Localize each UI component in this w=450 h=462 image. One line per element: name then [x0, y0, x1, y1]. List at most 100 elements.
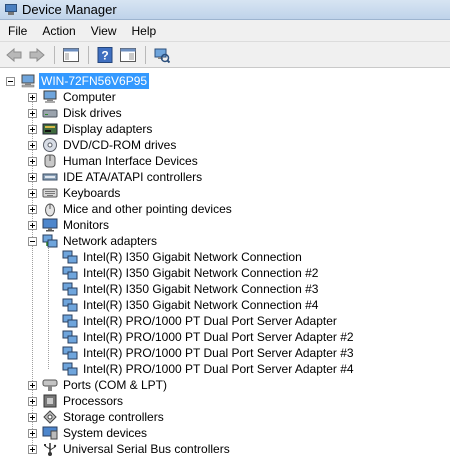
- network-device-icon: [62, 249, 78, 265]
- tree-category-storage-controllers[interactable]: Storage controllers: [28, 409, 166, 425]
- collapse-icon[interactable]: [6, 76, 15, 86]
- tree-category-disk-drives[interactable]: Disk drives: [28, 105, 124, 121]
- tree-device-label: Intel(R) I350 Gigabit Network Connection: [83, 250, 302, 264]
- disk-drive-icon: [42, 105, 58, 121]
- root-label: WIN-72FN56V6P95: [39, 73, 150, 89]
- tree-category-monitors[interactable]: Monitors: [28, 217, 111, 233]
- tree-line: [48, 248, 49, 369]
- tree-category-dvd-cd-rom-drives[interactable]: DVD/CD-ROM drives: [28, 137, 178, 153]
- tree-device-item[interactable]: Intel(R) PRO/1000 PT Dual Port Server Ad…: [62, 361, 356, 377]
- tree-device-label: Intel(R) I350 Gigabit Network Connection…: [83, 266, 319, 280]
- tree-category-universal-serial-bus-controllers[interactable]: Universal Serial Bus controllers: [28, 441, 232, 457]
- expand-icon[interactable]: [28, 396, 37, 406]
- help-button[interactable]: ?: [94, 45, 116, 65]
- tree-device-label: Intel(R) PRO/1000 PT Dual Port Server Ad…: [83, 314, 337, 328]
- tree-device-label: Intel(R) I350 Gigabit Network Connection…: [83, 282, 319, 296]
- computer-root-icon: [20, 73, 36, 89]
- tree-device-item[interactable]: Intel(R) I350 Gigabit Network Connection…: [62, 281, 320, 297]
- toolbar-separator: [88, 45, 89, 64]
- tree-device-item[interactable]: Intel(R) I350 Gigabit Network Connection…: [62, 297, 320, 313]
- expand-icon[interactable]: [28, 172, 37, 182]
- scan-hardware-icon: [154, 48, 170, 63]
- expand-icon[interactable]: [28, 204, 37, 214]
- back-button[interactable]: [3, 45, 25, 65]
- tree-root[interactable]: WIN-72FN56V6P95: [6, 73, 150, 89]
- tree-category-computer[interactable]: Computer: [28, 89, 118, 105]
- tree-device-item[interactable]: Intel(R) I350 Gigabit Network Connection: [62, 249, 304, 265]
- tree-category-label: System devices: [63, 426, 148, 440]
- port-icon: [42, 377, 58, 393]
- tree-category-label: Monitors: [63, 218, 110, 232]
- toolbar: ?: [0, 42, 450, 68]
- properties-button[interactable]: [117, 45, 139, 65]
- ide-controller-icon: [42, 169, 58, 185]
- device-tree[interactable]: WIN-72FN56V6P95 Computer Disk drives Displ…: [0, 68, 450, 462]
- tree-category-system-devices[interactable]: System devices: [28, 425, 149, 441]
- expand-icon[interactable]: [28, 220, 37, 230]
- title-bar: Device Manager: [0, 0, 450, 20]
- tree-device-item[interactable]: Intel(R) PRO/1000 PT Dual Port Server Ad…: [62, 329, 356, 345]
- tree-category-keyboards[interactable]: Keyboards: [28, 185, 122, 201]
- display-adapter-icon: [42, 121, 58, 137]
- network-device-icon: [62, 313, 78, 329]
- menu-action[interactable]: Action: [34, 20, 82, 42]
- forward-icon: [29, 47, 45, 62]
- svg-text:?: ?: [101, 48, 108, 62]
- tree-device-label: Intel(R) PRO/1000 PT Dual Port Server Ad…: [83, 346, 354, 360]
- mouse-icon: [42, 201, 58, 217]
- tree-device-item[interactable]: Intel(R) PRO/1000 PT Dual Port Server Ad…: [62, 313, 339, 329]
- network-adapter-icon: [42, 233, 58, 249]
- tree-category-label: Network adapters: [63, 234, 158, 248]
- back-icon: [6, 47, 22, 62]
- tree-device-label: Intel(R) I350 Gigabit Network Connection…: [83, 298, 319, 312]
- show-hide-console-tree-button[interactable]: [60, 45, 82, 65]
- tree-category-label: DVD/CD-ROM drives: [63, 138, 177, 152]
- storage-controller-icon: [42, 409, 58, 425]
- device-manager-icon: [4, 3, 18, 16]
- collapse-icon[interactable]: [28, 236, 37, 246]
- network-device-icon: [62, 281, 78, 297]
- system-device-icon: [42, 425, 58, 441]
- expand-icon[interactable]: [28, 444, 37, 454]
- tree-category-label: Ports (COM & LPT): [63, 378, 168, 392]
- expand-icon[interactable]: [28, 124, 37, 134]
- network-device-icon: [62, 345, 78, 361]
- tree-category-label: Computer: [63, 90, 116, 104]
- tree-device-label: Intel(R) PRO/1000 PT Dual Port Server Ad…: [83, 330, 354, 344]
- window-title: Device Manager: [22, 2, 117, 17]
- tree-category-mice-and-other-pointing-devices[interactable]: Mice and other pointing devices: [28, 201, 234, 217]
- toolbar-separator: [54, 45, 55, 64]
- tree-device-item[interactable]: Intel(R) PRO/1000 PT Dual Port Server Ad…: [62, 345, 356, 361]
- tree-device-item[interactable]: Intel(R) I350 Gigabit Network Connection…: [62, 265, 320, 281]
- tree-category-processors[interactable]: Processors: [28, 393, 125, 409]
- tree-category-label: Display adapters: [63, 122, 153, 136]
- tree-category-display-adapters[interactable]: Display adapters: [28, 121, 154, 137]
- hid-icon: [42, 153, 58, 169]
- expand-icon[interactable]: [28, 412, 37, 422]
- expand-icon[interactable]: [28, 156, 37, 166]
- expand-icon[interactable]: [28, 380, 37, 390]
- tree-category-ports-com-lpt[interactable]: Ports (COM & LPT): [28, 377, 169, 393]
- expand-icon[interactable]: [28, 140, 37, 150]
- network-device-icon: [62, 361, 78, 377]
- menu-file[interactable]: File: [0, 20, 34, 42]
- processor-icon: [42, 393, 58, 409]
- menu-view[interactable]: View: [83, 20, 124, 42]
- menu-help[interactable]: Help: [124, 20, 164, 42]
- tree-category-label: Storage controllers: [63, 410, 164, 424]
- forward-button[interactable]: [26, 45, 48, 65]
- network-device-icon: [62, 297, 78, 313]
- expand-icon[interactable]: [28, 92, 37, 102]
- properties-icon: [120, 47, 136, 62]
- tree-category-ide-ata-atapi-controllers[interactable]: IDE ATA/ATAPI controllers: [28, 169, 204, 185]
- toolbar-separator: [145, 45, 146, 64]
- scan-hardware-button[interactable]: [151, 45, 173, 65]
- tree-category-network-adapters[interactable]: Network adapters: [28, 233, 159, 249]
- expand-icon[interactable]: [28, 108, 37, 118]
- network-device-icon: [62, 265, 78, 281]
- tree-category-human-interface-devices[interactable]: Human Interface Devices: [28, 153, 200, 169]
- tree-category-label: Processors: [63, 394, 124, 408]
- expand-icon[interactable]: [28, 188, 37, 198]
- expand-icon[interactable]: [28, 428, 37, 438]
- show-hide-console-tree-icon: [63, 47, 79, 62]
